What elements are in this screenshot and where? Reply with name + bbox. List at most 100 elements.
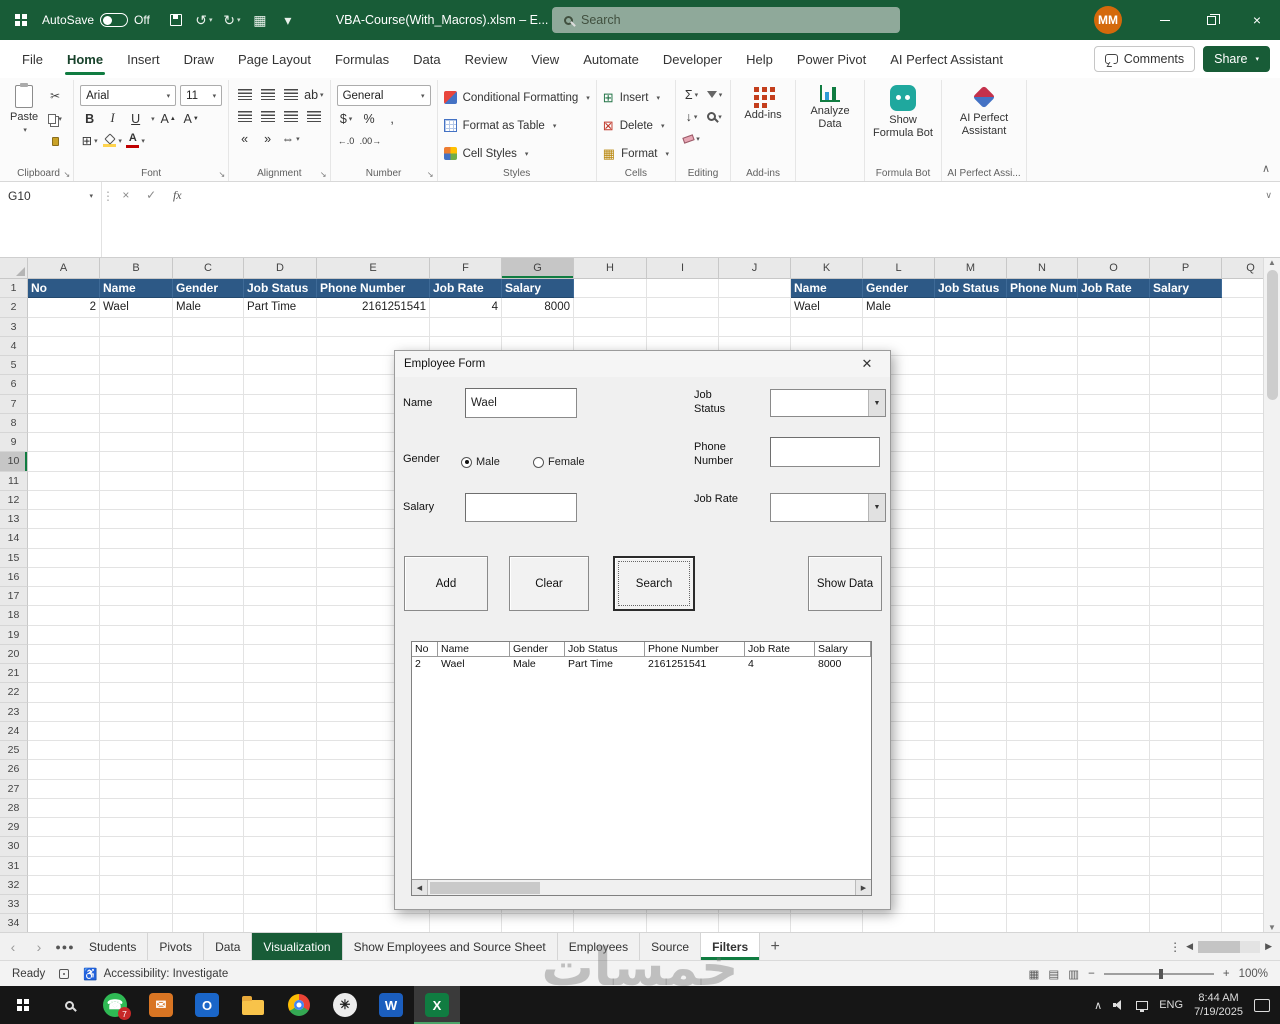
cell-P30[interactable] <box>1150 837 1222 857</box>
cell-P6[interactable] <box>1150 375 1222 395</box>
cell-C5[interactable] <box>173 356 244 376</box>
ribbon-tab-power-pivot[interactable]: Power Pivot <box>785 40 878 78</box>
wrap-text-button[interactable] <box>304 107 323 126</box>
cell-M7[interactable] <box>935 394 1007 414</box>
column-header-F[interactable]: F <box>430 258 502 278</box>
page-layout-view-icon[interactable]: ▤ <box>1048 967 1059 981</box>
cell-A16[interactable] <box>28 567 100 587</box>
comma-style-button[interactable]: , <box>383 109 402 128</box>
dialog-close-button[interactable]: ✕ <box>853 351 881 377</box>
font-dialog-launcher-icon[interactable]: ↘ <box>218 170 225 179</box>
cell-M3[interactable] <box>935 317 1007 337</box>
cell-D5[interactable] <box>244 356 317 376</box>
cell-D22[interactable] <box>244 683 317 703</box>
align-middle-button[interactable] <box>258 85 277 104</box>
autosum-button[interactable]: Σ ▾ <box>682 85 701 104</box>
sheet-tab-pivots[interactable]: Pivots <box>148 933 205 960</box>
ribbon-tab-draw[interactable]: Draw <box>172 40 226 78</box>
cell-B5[interactable] <box>100 356 173 376</box>
cell-O24[interactable] <box>1078 721 1150 741</box>
cell-A3[interactable] <box>28 317 100 337</box>
cell-N32[interactable] <box>1007 875 1078 895</box>
delete-cells-button[interactable]: ⊠ Delete ▾ <box>603 113 669 138</box>
row-header-15[interactable]: 15 <box>0 548 28 568</box>
cell-F34[interactable] <box>430 914 502 932</box>
underline-button[interactable]: U <box>126 109 145 128</box>
cell-C1[interactable]: Gender <box>173 279 244 299</box>
cell-A10[interactable] <box>28 452 100 472</box>
cell-C32[interactable] <box>173 875 244 895</box>
cell-O20[interactable] <box>1078 644 1150 664</box>
cell-J2[interactable] <box>719 298 791 318</box>
sheet-options-icon[interactable]: ⋮ <box>1169 940 1181 954</box>
cell-B7[interactable] <box>100 394 173 414</box>
decrease-indent-button[interactable]: « <box>235 129 254 148</box>
align-top-button[interactable] <box>235 85 254 104</box>
cell-F2[interactable]: 4 <box>430 298 502 318</box>
comments-button[interactable]: Comments <box>1093 46 1196 72</box>
employee-list[interactable]: No Name Gender Job Status Phone Number Job Ra… <box>411 641 872 896</box>
orientation-button[interactable]: ab ▾ <box>304 85 323 104</box>
row-header-5[interactable]: 5 <box>0 356 28 376</box>
cell-D11[interactable] <box>244 471 317 491</box>
analyze-data-button[interactable]: Analyze Data <box>802 82 858 130</box>
cancel-formula-icon[interactable]: × <box>122 188 129 202</box>
cell-A21[interactable] <box>28 664 100 684</box>
row-header-18[interactable]: 18 <box>0 606 28 626</box>
cell-O11[interactable] <box>1078 471 1150 491</box>
cell-C15[interactable] <box>173 548 244 568</box>
column-header-I[interactable]: I <box>647 258 719 278</box>
cell-P18[interactable] <box>1150 606 1222 626</box>
cell-L34[interactable] <box>863 914 935 932</box>
column-header-E[interactable]: E <box>317 258 430 278</box>
cell-O33[interactable] <box>1078 895 1150 915</box>
cell-M26[interactable] <box>935 760 1007 780</box>
cell-D13[interactable] <box>244 510 317 530</box>
font-size-select[interactable]: 11 ▾ <box>180 85 223 106</box>
file-explorer-icon[interactable] <box>230 986 276 1024</box>
excel-icon[interactable]: X <box>414 986 460 1024</box>
cell-A22[interactable] <box>28 683 100 703</box>
column-header-J[interactable]: J <box>719 258 791 278</box>
copy-button[interactable]: ▾ <box>43 109 67 128</box>
cell-A17[interactable] <box>28 587 100 607</box>
cell-C6[interactable] <box>173 375 244 395</box>
cell-M27[interactable] <box>935 779 1007 799</box>
cell-A20[interactable] <box>28 644 100 664</box>
restore-button[interactable] <box>1188 0 1234 40</box>
cell-N34[interactable] <box>1007 914 1078 932</box>
cell-G1[interactable]: Salary <box>502 279 574 299</box>
cell-N11[interactable] <box>1007 471 1078 491</box>
cell-P13[interactable] <box>1150 510 1222 530</box>
cell-A26[interactable] <box>28 760 100 780</box>
cell-O12[interactable] <box>1078 490 1150 510</box>
row-header-28[interactable]: 28 <box>0 798 28 818</box>
cell-P24[interactable] <box>1150 721 1222 741</box>
format-painter-button[interactable] <box>43 132 67 151</box>
zoom-in-icon[interactable]: + <box>1223 968 1230 980</box>
cell-P3[interactable] <box>1150 317 1222 337</box>
cell-A27[interactable] <box>28 779 100 799</box>
cell-M32[interactable] <box>935 875 1007 895</box>
cell-C14[interactable] <box>173 529 244 549</box>
salary-field[interactable] <box>465 493 577 522</box>
row-header-6[interactable]: 6 <box>0 375 28 395</box>
cell-M21[interactable] <box>935 664 1007 684</box>
cell-P34[interactable] <box>1150 914 1222 932</box>
zoom-level[interactable]: 100% <box>1239 968 1268 980</box>
cell-C10[interactable] <box>173 452 244 472</box>
row-header-31[interactable]: 31 <box>0 856 28 876</box>
align-center-button[interactable] <box>258 107 277 126</box>
cell-D24[interactable] <box>244 721 317 741</box>
sheet-scroll-left-icon[interactable]: ‹ <box>0 933 26 960</box>
cell-N16[interactable] <box>1007 567 1078 587</box>
row-header-10[interactable]: 10 <box>0 452 28 472</box>
search-button[interactable]: Search <box>613 556 695 611</box>
cell-C23[interactable] <box>173 702 244 722</box>
cell-F1[interactable]: Job Rate <box>430 279 502 299</box>
find-select-button[interactable]: ▾ <box>705 107 724 126</box>
row-header-24[interactable]: 24 <box>0 721 28 741</box>
zoom-out-icon[interactable]: − <box>1088 968 1095 980</box>
cell-B11[interactable] <box>100 471 173 491</box>
row-header-16[interactable]: 16 <box>0 567 28 587</box>
